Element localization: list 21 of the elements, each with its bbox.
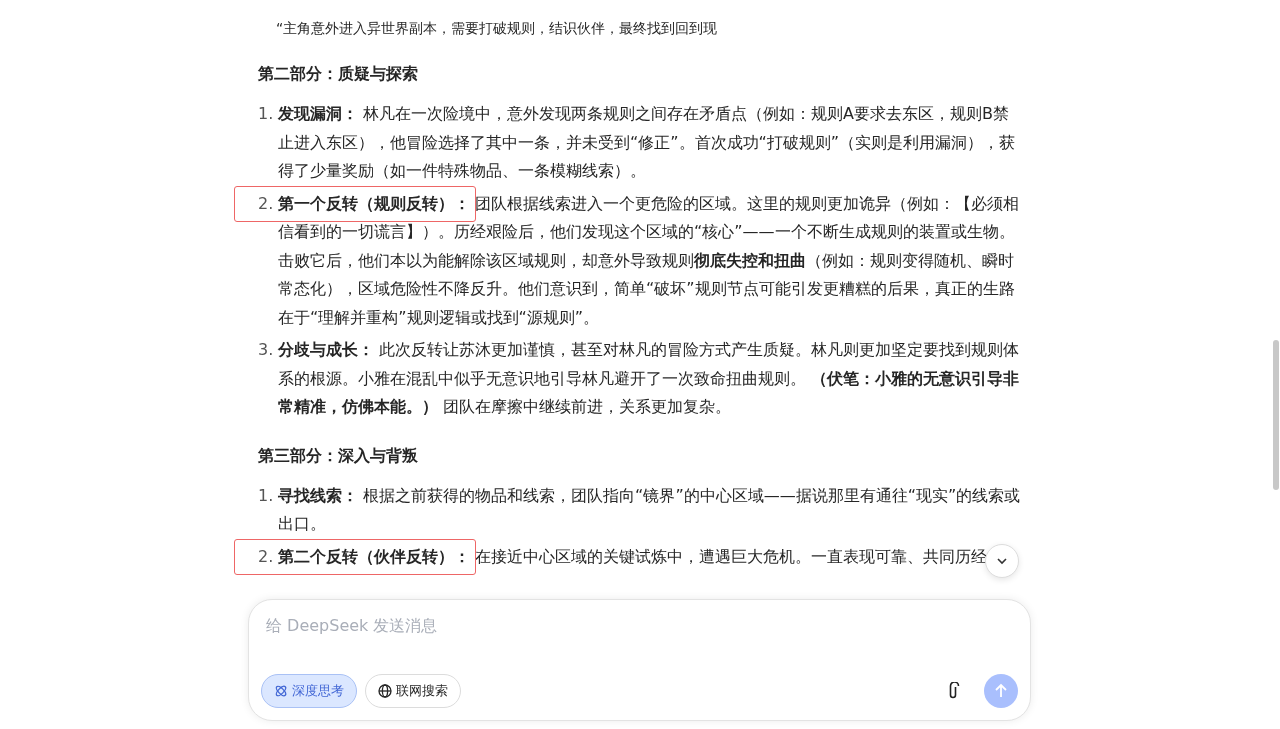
list-item-text: 第一个反转（规则反转）： 团队根据线索进入一个更危险的区域。这里的规则更加诡异（例如：【必须相信看到的一切谎言】）。历经艰险后，他们发现这个区域的“核心”——一个不断生成规则的装置或生物。击败它后，他们本以为能解除该区域规则，却意外导致规则彻底失控和扭曲（例如：规则变得随机、瞬时常态化），区域危险性不降反升。他们意识到，简单“破坏”规则节点可能引发更糟糕的后果，真正的生路在于“理解并重构”规则逻辑或找到“源规则”。 <box>278 192 1021 329</box>
list-number: 2. <box>258 192 275 215</box>
list-number: 2. <box>258 545 275 568</box>
web-search-toggle[interactable]: 联网搜索 <box>365 674 461 708</box>
list-number: 3. <box>258 339 275 361</box>
list-number: 1. <box>258 103 275 125</box>
list-number: 1. <box>258 484 275 507</box>
section-heading: 第三部分：深入与背叛 <box>258 444 419 467</box>
quote-text: “主角意外进入异世界副本，需要打破规则，结识伙伴，最终找到回到现 <box>276 19 719 38</box>
atom-icon <box>274 684 288 698</box>
scrollbar[interactable] <box>1273 340 1279 490</box>
scroll-down-button[interactable] <box>985 544 1019 578</box>
send-button[interactable] <box>984 674 1018 708</box>
arrow-up-icon <box>993 683 1009 699</box>
section-heading: 第二部分：质疑与探索 <box>258 63 419 85</box>
list-item-text: 第二个反转（伙伴反转）： 在接近中心区域的关键试炼中，遭遇巨大危机。一直表现可靠、共同历经 <box>278 545 988 568</box>
list-item-text: 分歧与成长： 此次反转让苏沐更加谨慎，甚至对林凡的冒险方式产生质疑。林凡则更加坚定要找到规则体系的根源。小雅在混乱中似乎无意识地引导林凡避开了一次致命扭曲规则。 （伏笔：小雅的无意识引导非常精准，仿佛本能。） 团队在摩擦中继续前进，关系更加复杂。 <box>278 339 1021 418</box>
globe-icon <box>378 684 392 698</box>
deep-think-toggle[interactable]: 深度思考 <box>261 674 357 708</box>
list-item-text: 发现漏洞： 林凡在一次险境中，意外发现两条规则之间存在矛盾点（例如：规则A要求去东区，规则B禁止进入东区），他冒险选择了其中一条，并未受到“修正”。首次成功“打破规则”（实则是利用漏洞），获得了少量奖励（如一件特殊物品、一条模糊线索）。 <box>278 103 1017 182</box>
list-item-text: 寻找线索： 根据之前获得的物品和线索，团队指向“镜界”的中心区域——据说那里有通往“现实”的线索或出口。 <box>278 484 1022 535</box>
